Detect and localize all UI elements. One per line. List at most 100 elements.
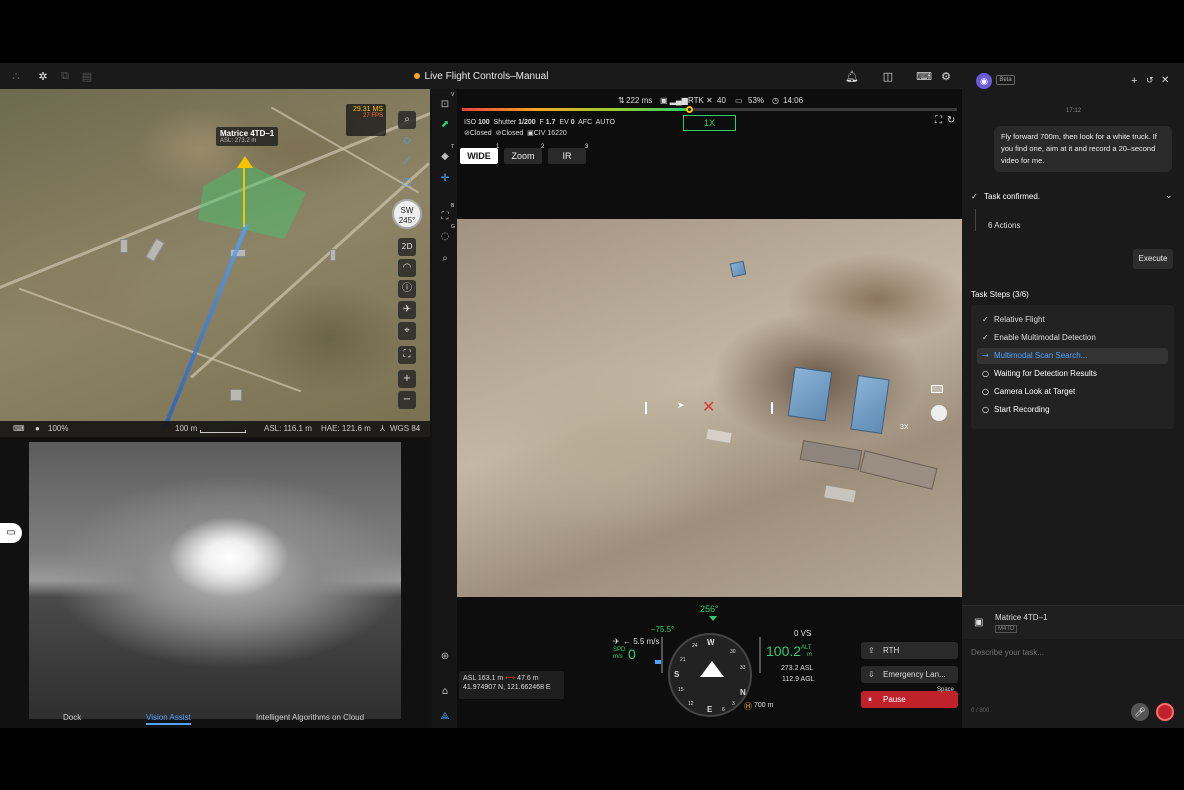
aircraft-marker-icon[interactable] xyxy=(237,156,253,168)
actions-row[interactable]: 6 Actions xyxy=(975,209,1173,231)
locate-icon[interactable]: ⌖ xyxy=(398,322,416,340)
line-icon[interactable]: ⟋ xyxy=(398,153,416,171)
chevron-down-icon[interactable]: ⌄ xyxy=(1165,190,1173,201)
map-building xyxy=(145,237,165,263)
ai-detect-icon[interactable]: ⛶ xyxy=(438,209,452,223)
keyboard-small-icon[interactable]: ⌨ xyxy=(13,424,25,433)
lens-zoom-hotkey: 2 xyxy=(541,144,545,150)
rtk-label: RTK xyxy=(688,96,704,105)
execute-button[interactable]: Execute xyxy=(1133,249,1173,269)
device-icon: ▣ xyxy=(974,617,984,628)
pause-button[interactable]: ⏸︎ Pause xyxy=(861,691,958,708)
ai-assistant-panel: ◉ Beta + ↺ ✕ 17:12 Fly forward 700m, the… xyxy=(962,63,1184,728)
lens-zoom-button[interactable]: Zoom xyxy=(504,148,542,164)
zoom-in-icon[interactable]: + xyxy=(398,370,416,388)
map-road xyxy=(270,106,420,194)
map-datum: WGS 84 xyxy=(390,424,421,433)
fit-view-icon[interactable]: ⛶ xyxy=(398,346,416,364)
bottom-tabs: Dock Vision Assist Intelligent Algorithm… xyxy=(0,711,430,728)
zoom-3x-label[interactable]: 3X xyxy=(900,424,909,431)
rth-icon: ⇪ xyxy=(868,646,875,655)
zoom-dial-icon[interactable] xyxy=(931,405,947,421)
landing-icon: ⇩ xyxy=(868,670,875,679)
emergency-landing-button[interactable]: ⇩ Emergency Lan... xyxy=(861,666,958,683)
signal-icon: ▣ ▂▄▆ xyxy=(660,96,688,105)
device-selector[interactable]: ▣ Matrice 4TD–1 M4TD xyxy=(962,605,1184,639)
step-label: Waiting for Detection Results xyxy=(994,369,1097,378)
distance-icon: ⟷ xyxy=(505,675,516,682)
opacity-icon[interactable]: ● xyxy=(35,424,40,433)
map-compass[interactable]: SW 245° xyxy=(392,199,422,229)
polygon-icon[interactable]: ▢ xyxy=(398,174,416,192)
bell-icon[interactable]: 🔔︎ xyxy=(845,69,859,83)
step-label: Enable Multimodal Detection xyxy=(994,333,1096,342)
feed-building xyxy=(799,439,863,471)
layout-icon[interactable]: ◫ xyxy=(881,69,895,83)
rth-button[interactable]: ⇪ RTH xyxy=(861,642,958,659)
info-icon[interactable]: ⓘ xyxy=(398,280,416,298)
tab-intelligent-algorithms[interactable]: Intelligent Algorithms on Cloud xyxy=(256,713,364,722)
flight-progress-fill xyxy=(462,108,690,111)
task-input[interactable] xyxy=(971,648,1176,688)
pip-icon[interactable] xyxy=(931,385,943,393)
camera-view: ⇅ 222 ms ▣ ▂▄▆ RTK ✕ 40 ▭ 53% ◷ 14:06 IS… xyxy=(457,89,962,728)
auto-label[interactable]: AUTO xyxy=(596,119,615,126)
close-icon[interactable]: ✕ xyxy=(1161,75,1169,86)
microphone-icon[interactable]: 🎤︎ xyxy=(1131,703,1149,721)
map-opacity: 100% xyxy=(48,424,69,433)
zoom-indicator[interactable]: 1X xyxy=(683,115,736,131)
new-chat-icon[interactable]: + xyxy=(1131,75,1137,87)
home-distance: 700 m xyxy=(754,702,774,709)
user-message: Fly forward 700m, then look for a white … xyxy=(994,126,1172,172)
camera-fov-cone xyxy=(198,163,306,239)
map-toolbar-lower: 2D ◠ ⓘ ✈ ⌖ ⛶ + − xyxy=(398,238,416,412)
search-icon[interactable]: ⌕ xyxy=(398,111,416,129)
heading-value: 256° xyxy=(700,604,719,614)
tab-vision-assist[interactable]: Vision Assist xyxy=(146,713,191,725)
map-view[interactable]: Matrice 4TD–1 ASL: 273.2 m 29.31 MS 27 F… xyxy=(0,89,430,437)
chat-toggle-icon[interactable]: ▭ xyxy=(0,523,22,543)
record-button[interactable] xyxy=(1156,703,1174,721)
altitude-value: 100.2 xyxy=(766,643,802,659)
history-icon[interactable]: ↺ xyxy=(1146,75,1154,86)
crosshair-icon[interactable]: ✛ xyxy=(438,171,452,185)
wifi-icon[interactable]: ◠ xyxy=(398,259,416,277)
task-confirmed: Task confirmed. xyxy=(984,192,1041,201)
compass-n: N xyxy=(740,688,746,697)
task-step: ○ Waiting for Detection Results xyxy=(977,366,1168,382)
nav-icon[interactable]: ⟁ xyxy=(438,709,452,723)
speed-value: 29.31 MS xyxy=(353,106,383,113)
lens-wide-button[interactable]: WIDE xyxy=(460,148,498,164)
step-label: Camera Look at Target xyxy=(994,387,1076,396)
expand-icon[interactable]: ⛶ xyxy=(935,115,942,126)
home-icon: Ⓗ xyxy=(744,702,752,711)
zoom-out-icon[interactable]: − xyxy=(398,391,416,409)
refresh-icon[interactable]: ↻ xyxy=(947,115,955,126)
actions-count: 6 Actions xyxy=(988,221,1021,230)
airplane-icon[interactable]: ✈ xyxy=(398,301,416,319)
feed-building xyxy=(850,375,890,434)
gimbal-icon[interactable]: ◌ xyxy=(438,229,452,243)
afc-label[interactable]: AFC xyxy=(578,119,592,126)
gear-icon[interactable]: ⚙ xyxy=(939,69,953,83)
vision-assist-feed[interactable] xyxy=(29,442,401,719)
live-camera-feed[interactable]: ✕ ➤ 3X xyxy=(457,219,962,597)
pin-icon[interactable]: ◇ xyxy=(398,132,416,150)
zoom-search-icon[interactable]: ⌕ xyxy=(438,251,452,265)
light-icon[interactable]: ⌂ xyxy=(438,684,452,698)
reticle-left xyxy=(645,402,647,414)
iso-label: ISO xyxy=(464,119,477,126)
lens-ir-button[interactable]: IR xyxy=(548,148,586,164)
tab-dock[interactable]: Dock xyxy=(63,713,81,722)
char-count: 0 / 800 xyxy=(971,708,990,714)
visual-icon[interactable]: ⊡ xyxy=(438,97,452,111)
f-value: 1.7 xyxy=(545,119,556,126)
top-bar: ⛬ ✲ ⧉ ▤ Live Flight Controls–Manual 🔔︎ ◫… xyxy=(0,63,962,89)
target-lock-icon[interactable]: ⬈ xyxy=(438,117,452,131)
keyboard-icon[interactable]: ⌨ xyxy=(916,69,932,83)
flight-time: 14:06 xyxy=(783,96,804,105)
view-2d-button[interactable]: 2D xyxy=(398,238,416,256)
track-icon[interactable]: ◆ xyxy=(438,149,452,163)
ai-icon[interactable]: ⊛ xyxy=(438,649,452,663)
hotkey-v: V xyxy=(451,92,455,98)
